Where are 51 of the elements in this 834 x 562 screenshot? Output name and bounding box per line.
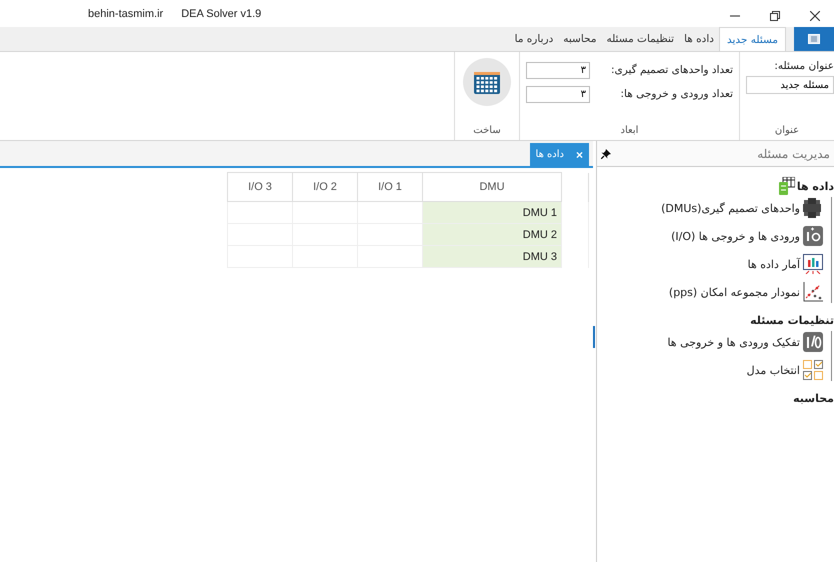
panel-title: مدیریت مسئله [757, 146, 830, 160]
column-header[interactable]: I/O 1 [358, 172, 422, 202]
field-label: تعداد ورودی و خروجی ها: [620, 88, 733, 100]
build-button[interactable] [463, 58, 511, 106]
website-label: behin-tasmim.ir [88, 8, 164, 20]
tree-item[interactable]: نمودار مجموعه امکان (pps) [668, 286, 800, 298]
group-caption: ابعاد [620, 125, 640, 138]
pin-button[interactable] [601, 148, 611, 158]
spreadsheet-icon [778, 177, 795, 195]
calendar-grid-icon [474, 70, 500, 94]
tree-item[interactable]: آمار داده ها [748, 258, 800, 270]
io-icon [803, 332, 823, 352]
tab-label: داده ها [536, 149, 564, 160]
ribbon-tab[interactable]: مسئله جدید [718, 27, 786, 51]
tree-item[interactable]: انتخاب مدل [746, 364, 800, 376]
ribbon-tab[interactable]: داده ها [679, 27, 719, 51]
table-cell: DMU 1 [422, 202, 562, 224]
number-field[interactable]: ۳ [526, 86, 590, 102]
number-field[interactable]: ۳ [526, 62, 590, 78]
scatter-plot-icon [803, 282, 823, 302]
ribbon-tab[interactable]: تنظیمات مسئله [601, 27, 680, 51]
document-tab[interactable]: داده ها × [530, 143, 589, 166]
tree-node[interactable]: تنظیمات مسئله [750, 314, 834, 326]
column-header[interactable]: I/O 3 [228, 172, 292, 202]
close-tab-button[interactable]: × [576, 148, 583, 162]
column-header[interactable]: I/O 2 [292, 172, 358, 202]
tree-item[interactable]: ورودی ها و خروجی ها (I/O) [671, 230, 800, 242]
checkbox-grid-icon [803, 360, 823, 380]
tree-item[interactable]: تفکیک ورودی ها و خروجی ها [667, 336, 800, 348]
table-cell: DMU 2 [422, 224, 562, 246]
ribbon-tab[interactable]: محاسبه [558, 27, 602, 51]
window-title: DEA Solver v1.9 [181, 8, 262, 20]
io-icon [803, 226, 823, 246]
file-menu-button[interactable] [794, 27, 834, 51]
field-label: تعداد واحدهای تصمیم گیری: [610, 64, 733, 76]
group-caption: ساخت [472, 125, 502, 138]
tree-item[interactable]: واحدهای تصمیم گیری(DMUs) [661, 202, 800, 214]
ribbon-tab[interactable]: درباره ما [510, 27, 558, 51]
splitter-handle[interactable] [593, 326, 595, 348]
field-label: عنوان مسئله: [773, 60, 834, 72]
pin-icon [601, 148, 611, 158]
table-cell: DMU 3 [422, 246, 562, 268]
column-header[interactable]: DMU [422, 172, 562, 202]
tree-node[interactable]: داده ها [796, 180, 834, 192]
tree-node[interactable]: محاسبه [793, 392, 834, 404]
restore-icon [770, 11, 780, 21]
bar-chart-icon [803, 254, 823, 274]
group-caption: عنوان [774, 125, 800, 138]
title-field[interactable]: مسئله جدید [746, 76, 834, 94]
panel-icon [808, 34, 820, 44]
close-icon [810, 11, 820, 21]
